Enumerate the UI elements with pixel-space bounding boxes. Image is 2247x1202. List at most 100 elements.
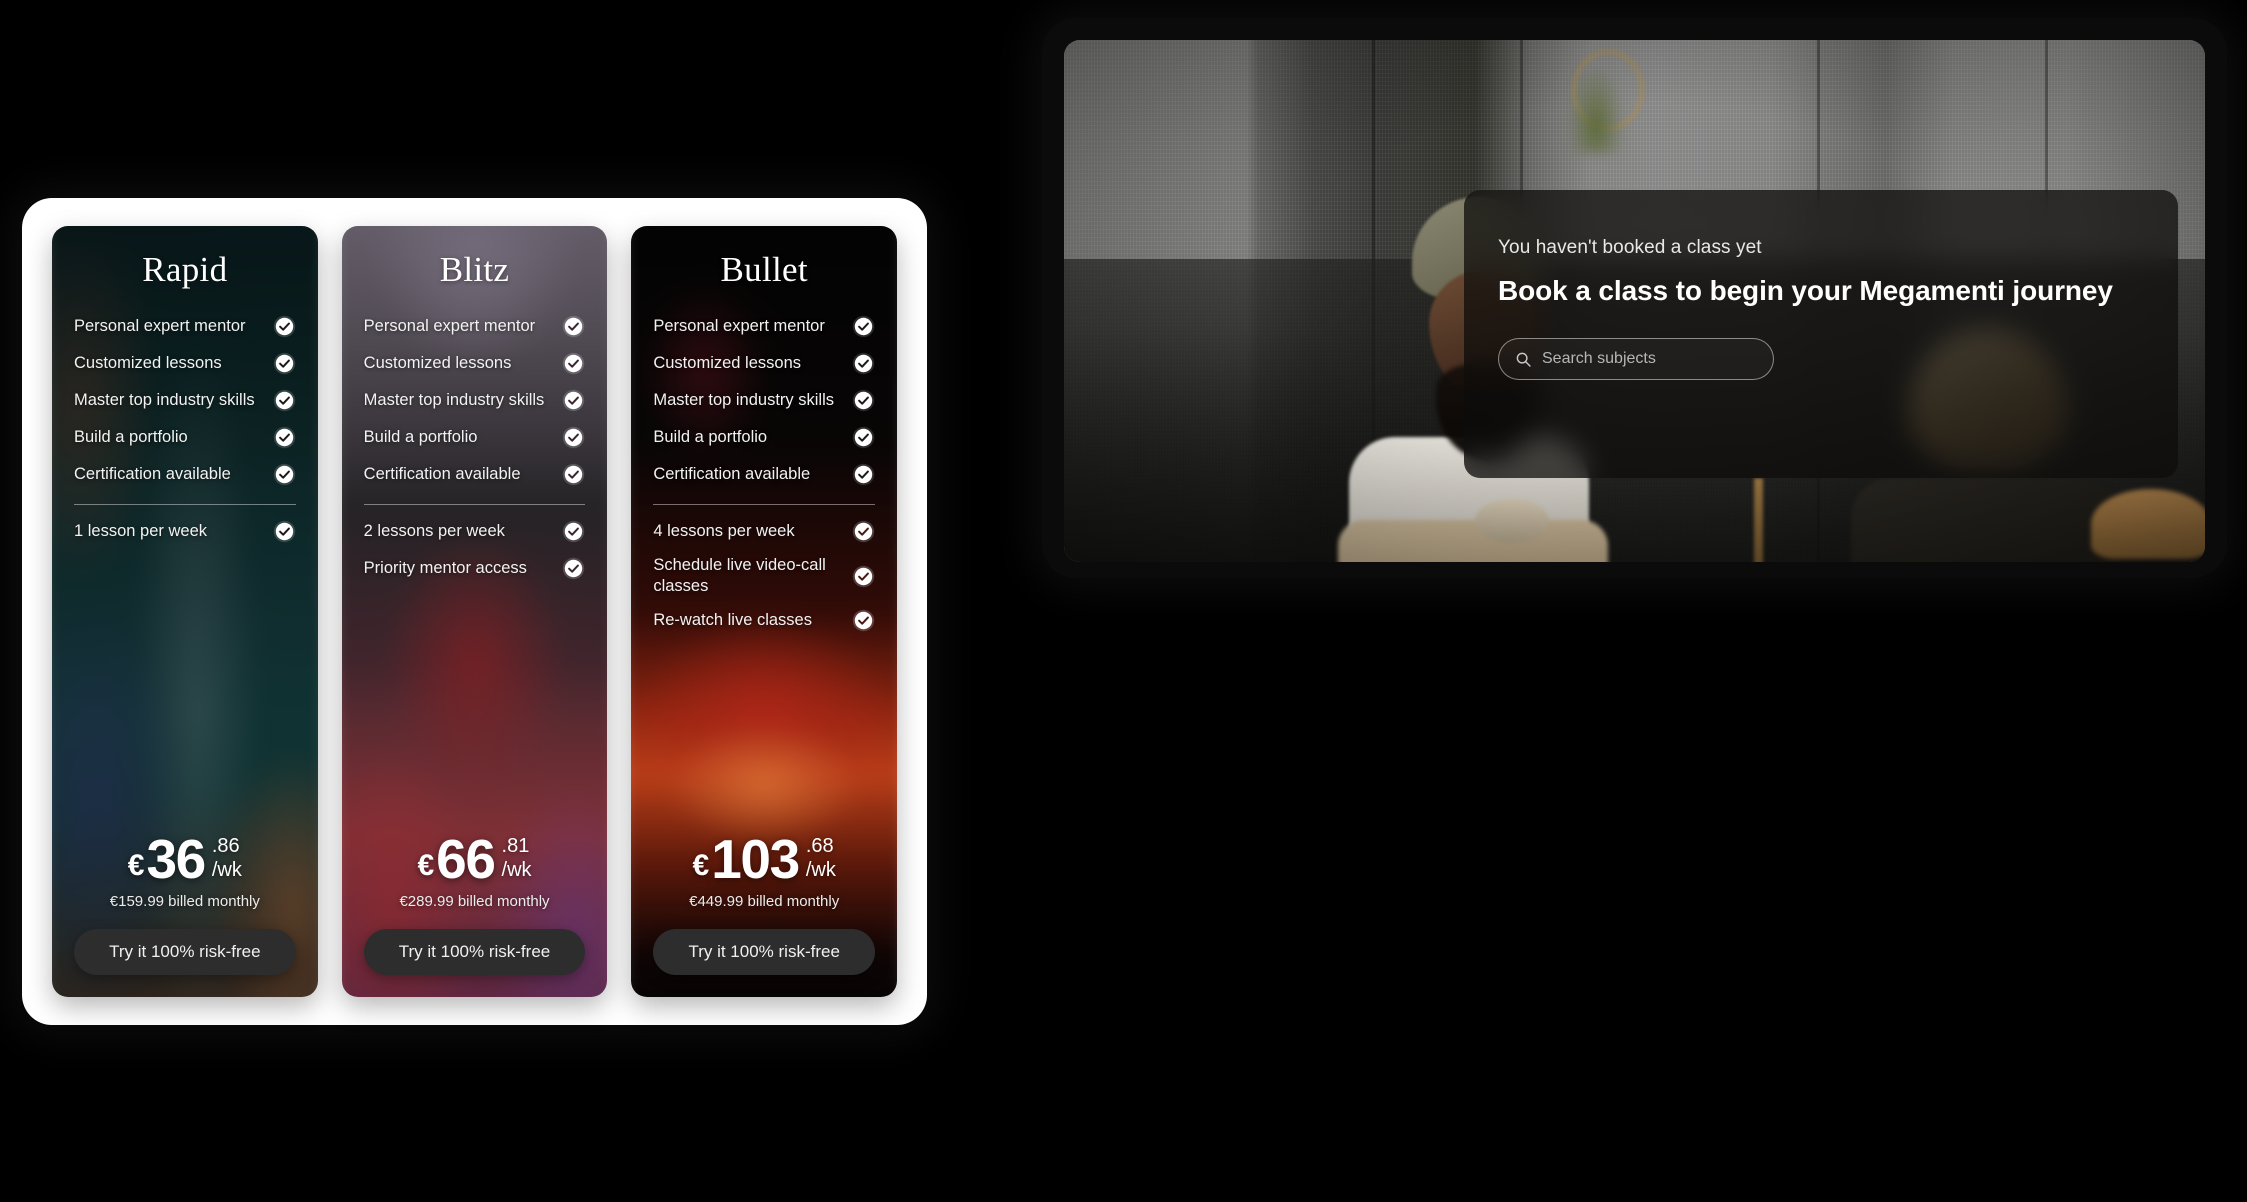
check-circle-icon <box>852 426 875 449</box>
search-subjects-field[interactable]: Search subjects <box>1498 338 1774 381</box>
plan-title: Rapid <box>142 250 228 289</box>
check-circle-icon <box>852 520 875 543</box>
pricing-card-blitz[interactable]: Blitz Personal expert mentor Customized … <box>341 226 608 997</box>
price-cents: .68 <box>805 835 834 858</box>
check-circle-icon <box>852 389 875 412</box>
plan-price-block: € 103 .68 /wk €449.99 billed monthly Try… <box>653 828 876 975</box>
check-circle-icon <box>563 520 585 543</box>
plan-extra-features: 4 lessons per week Schedule live video-c… <box>653 513 875 639</box>
feature-row: Schedule live video-call classes <box>653 550 875 602</box>
pricing-card-rapid[interactable]: Rapid Personal expert mentor Customized … <box>52 226 318 997</box>
feature-label: Certification available <box>363 464 521 483</box>
check-circle-icon <box>563 315 585 338</box>
feature-label: Master top industry skills <box>653 390 834 409</box>
feature-label: Personal expert mentor <box>653 316 825 335</box>
billed-note: €289.99 billed monthly <box>399 893 550 910</box>
booking-overlay-card: You haven't booked a class yet Book a cl… <box>1464 190 2178 478</box>
plan-extra-features: 1 lesson per week <box>74 513 296 550</box>
try-risk-free-button[interactable]: Try it 100% risk-free <box>653 929 876 975</box>
price-whole: 103 <box>711 828 800 891</box>
check-circle-icon <box>273 463 295 486</box>
feature-divider <box>363 504 586 505</box>
check-circle-icon <box>273 520 295 543</box>
feature-label: 2 lessons per week <box>363 521 505 540</box>
check-circle-icon <box>852 609 875 632</box>
feature-row: Priority mentor access <box>364 550 586 587</box>
feature-label: Certification available <box>74 464 231 483</box>
check-circle-icon <box>273 315 295 338</box>
feature-row: 4 lessons per week <box>653 513 875 550</box>
feature-label: Build a portfolio <box>74 427 188 446</box>
feature-row: Personal expert mentor <box>74 308 296 345</box>
booking-title: Book a class to begin your Megamenti jou… <box>1498 275 2113 306</box>
feature-row: Certification available <box>74 456 296 493</box>
feature-row: Certification available <box>364 456 586 493</box>
feature-row: Master top industry skills <box>74 382 296 419</box>
feature-label: Schedule live video-call classes <box>653 556 826 596</box>
feature-label: Customized lessons <box>363 353 512 372</box>
price-period: /wk <box>501 858 532 881</box>
price-whole: 66 <box>436 828 496 891</box>
feature-label: Build a portfolio <box>653 427 768 446</box>
plan-base-features: Personal expert mentor Customized lesson… <box>653 308 875 493</box>
plan-title: Blitz <box>439 250 510 289</box>
price-cents: .86 <box>211 835 240 858</box>
feature-row: Certification available <box>653 456 875 493</box>
feature-row: Build a portfolio <box>653 419 875 456</box>
feature-row: Build a portfolio <box>364 419 586 456</box>
check-circle-icon <box>852 315 875 338</box>
feature-label: 4 lessons per week <box>653 521 795 540</box>
feature-label: Customized lessons <box>74 353 222 372</box>
price-currency: € <box>692 849 710 883</box>
feature-row: Customized lessons <box>74 345 296 382</box>
price-period: /wk <box>805 858 836 881</box>
plan-price-block: € 36 .86 /wk €159.99 billed monthly Try … <box>74 828 296 975</box>
billed-note: €449.99 billed monthly <box>689 893 840 910</box>
feature-divider <box>74 504 296 505</box>
feature-label: Personal expert mentor <box>363 316 536 335</box>
feature-row: 1 lesson per week <box>74 513 296 550</box>
plan-base-features: Personal expert mentor Customized lesson… <box>364 308 586 493</box>
check-circle-icon <box>852 565 875 587</box>
feature-row: Customized lessons <box>364 345 586 382</box>
check-circle-icon <box>563 557 585 580</box>
price-currency: € <box>127 849 145 883</box>
plan-title: Bullet <box>720 250 808 289</box>
search-input-placeholder[interactable]: Search subjects <box>1542 350 1656 368</box>
check-circle-icon <box>563 426 585 449</box>
check-circle-icon <box>852 463 875 486</box>
check-circle-icon <box>563 463 585 486</box>
feature-row: Re-watch live classes <box>653 602 875 639</box>
try-risk-free-button[interactable]: Try it 100% risk-free <box>74 929 296 975</box>
feature-label: Build a portfolio <box>363 427 478 446</box>
plan-price-block: € 66 .81 /wk €289.99 billed monthly Try … <box>363 828 586 975</box>
booking-eyebrow: You haven't booked a class yet <box>1498 237 1762 258</box>
feature-row: Master top industry skills <box>364 382 586 419</box>
price-currency: € <box>417 849 435 883</box>
check-circle-icon <box>273 352 295 375</box>
feature-row: Personal expert mentor <box>653 308 875 345</box>
try-risk-free-button[interactable]: Try it 100% risk-free <box>363 929 586 975</box>
pricing-panel: Rapid Personal expert mentor Customized … <box>22 198 927 1025</box>
feature-label: Personal expert mentor <box>74 316 246 335</box>
price-row: € 36 .86 /wk <box>74 828 296 891</box>
pricing-card-bullet[interactable]: Bullet Personal expert mentor Customized… <box>631 226 898 997</box>
feature-row: Customized lessons <box>653 345 875 382</box>
price-period: /wk <box>211 858 242 881</box>
price-row: € 103 .68 /wk <box>653 828 875 891</box>
feature-label: Customized lessons <box>653 353 801 372</box>
price-row: € 66 .81 /wk <box>364 828 586 891</box>
plan-extra-features: 2 lessons per week Priority mentor acces… <box>364 513 586 587</box>
feature-label: Re-watch live classes <box>653 611 812 630</box>
feature-label: 1 lesson per week <box>74 521 207 540</box>
check-circle-icon <box>563 352 585 375</box>
search-icon <box>1516 352 1531 367</box>
feature-label: Master top industry skills <box>74 390 255 409</box>
check-circle-icon <box>273 426 295 449</box>
feature-divider <box>653 504 876 505</box>
check-circle-icon <box>273 389 295 412</box>
screenshot-stage: You haven't booked a class yet Book a cl… <box>0 0 2247 1202</box>
feature-row: Master top industry skills <box>653 382 875 419</box>
price-whole: 36 <box>146 828 206 891</box>
feature-row: 2 lessons per week <box>364 513 586 550</box>
